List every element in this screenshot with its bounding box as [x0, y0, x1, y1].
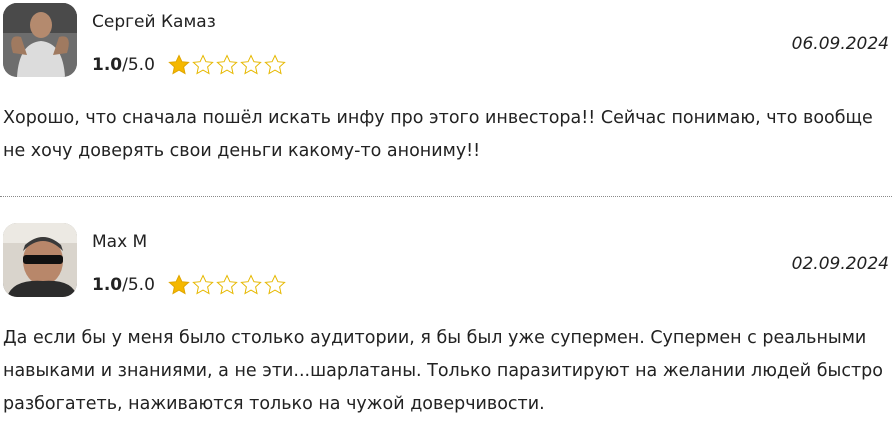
divider: [0, 196, 892, 197]
star-empty-icon: [264, 274, 286, 295]
star-empty-icon: [216, 274, 238, 295]
review-author: Сергей Камаз: [92, 12, 216, 32]
avatar: [3, 3, 77, 77]
rating: 1.0/5.0: [92, 52, 287, 78]
star-empty-icon: [192, 54, 214, 75]
star-empty-icon: [240, 274, 262, 295]
rating: 1.0/5.0: [92, 272, 287, 298]
star-empty-icon: [216, 54, 238, 75]
star-filled-icon: [168, 274, 190, 295]
review-text: Да если бы у меня было столько аудитории…: [3, 328, 883, 414]
review-text: Хорошо, что сначала пошёл искать инфу пр…: [3, 108, 873, 161]
review-author: Max M: [92, 232, 148, 252]
avatar: [3, 223, 77, 297]
star-filled-icon: [168, 54, 190, 75]
star-rating: [167, 53, 287, 77]
star-empty-icon: [240, 54, 262, 75]
star-rating: [167, 273, 287, 297]
star-empty-icon: [264, 54, 286, 75]
rating-value: 1.0/5.0: [92, 275, 155, 295]
star-empty-icon: [192, 274, 214, 295]
rating-value: 1.0/5.0: [92, 55, 155, 75]
review-date: 02.09.2024: [791, 254, 889, 274]
review-date: 06.09.2024: [791, 34, 889, 54]
